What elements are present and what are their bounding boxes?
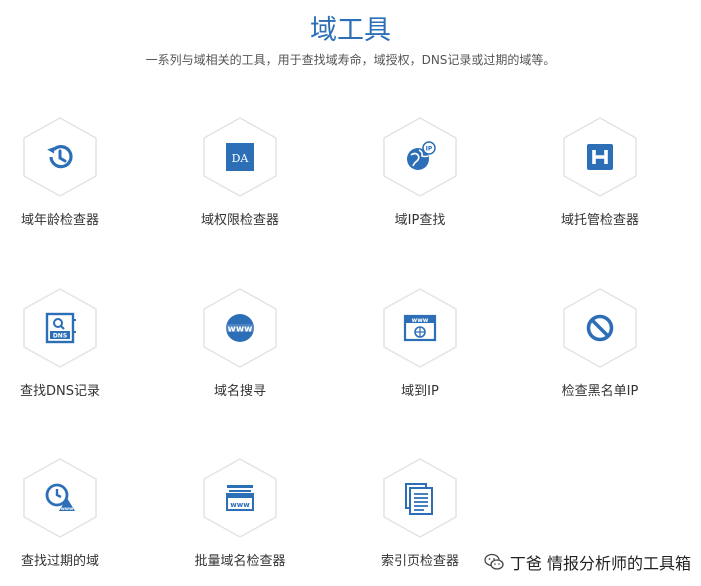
www-browser-globe-icon: www [403, 314, 437, 342]
tool-label: 域年龄检查器 [20, 213, 99, 228]
tool-label: 索引页检查器 [380, 554, 459, 569]
wechat-icon [484, 553, 504, 570]
www-window-icon: www [226, 485, 254, 511]
history-icon [47, 145, 73, 169]
page-subtitle: 一系列与域相关的工具，用于查找域寿命，域授权，DNS记录或过期的域等。 [145, 53, 556, 67]
hexagon-tile [22, 117, 98, 197]
index-pages-icon [405, 483, 433, 515]
hexagon-tile: DNS [22, 288, 98, 368]
tool-domain-search[interactable]: www 域名搜寻 [172, 288, 312, 418]
ban-icon [586, 314, 614, 342]
svg-text:www: www [412, 317, 429, 324]
page-title: 域工具 [310, 15, 391, 46]
hexagon-tile: www [382, 288, 458, 368]
tool-label: 域到IP [401, 384, 439, 399]
svg-text:IP: IP [426, 146, 433, 153]
wechat-watermark: 丁爸 情报分析师的工具箱 [484, 550, 691, 574]
tool-label: 查找过期的域 [20, 554, 99, 569]
tool-domain-hosting-checker[interactable]: 域托管检查器 [532, 117, 672, 247]
svg-text:www: www [228, 325, 253, 335]
hospital-h-icon [587, 144, 613, 170]
tool-domain-ip-lookup[interactable]: IP 域IP查找 [352, 117, 492, 247]
svg-text:DA: DA [232, 152, 250, 165]
svg-text:DNS: DNS [53, 333, 67, 340]
tool-label: 域权限检查器 [200, 213, 279, 228]
tool-label: 域托管检查器 [560, 213, 639, 228]
hexagon-tile [382, 458, 458, 538]
hexagon-tile [562, 288, 638, 368]
hexagon-tile: www [22, 458, 98, 538]
svg-text:www: www [230, 501, 250, 509]
dns-search-icon: DNS [45, 312, 76, 344]
tool-label: 域IP查找 [394, 213, 446, 228]
clock-warning-icon: www [45, 483, 75, 512]
hexagon-tile: www [202, 458, 278, 538]
tool-label: 域名搜寻 [213, 384, 266, 399]
hexagon-tile: DA [202, 117, 278, 197]
tool-find-dns-records[interactable]: DNS 查找DNS记录 [0, 288, 132, 418]
tool-label: 批量域名检查器 [194, 554, 286, 569]
tool-domain-authority-checker[interactable]: DA 域权限检查器 [172, 117, 312, 247]
tool-blacklist-ip-checker[interactable]: 检查黑名单IP [532, 288, 672, 418]
da-badge-icon: DA [226, 143, 254, 171]
tool-domain-age-checker[interactable]: 域年龄检查器 [0, 117, 132, 247]
tool-find-expired-domains[interactable]: www 查找过期的域 [0, 458, 132, 586]
tool-domain-to-ip[interactable]: www 域到IP [352, 288, 492, 418]
hexagon-tile: www [202, 288, 278, 368]
hexagon-tile: IP [382, 117, 458, 197]
hexagon-tile [562, 117, 638, 197]
tool-index-pages-checker[interactable]: 索引页检查器 [352, 458, 492, 586]
tool-bulk-domain-checker[interactable]: www 批量域名检查器 [172, 458, 312, 586]
tool-label: 查找DNS记录 [20, 384, 100, 399]
tool-label: 检查黑名单IP [561, 384, 639, 399]
globe-ip-icon: IP [407, 141, 436, 170]
svg-text:www: www [61, 507, 73, 512]
watermark-text: 丁爸 情报分析师的工具箱 [509, 554, 691, 573]
www-badge-icon: www [226, 314, 254, 342]
